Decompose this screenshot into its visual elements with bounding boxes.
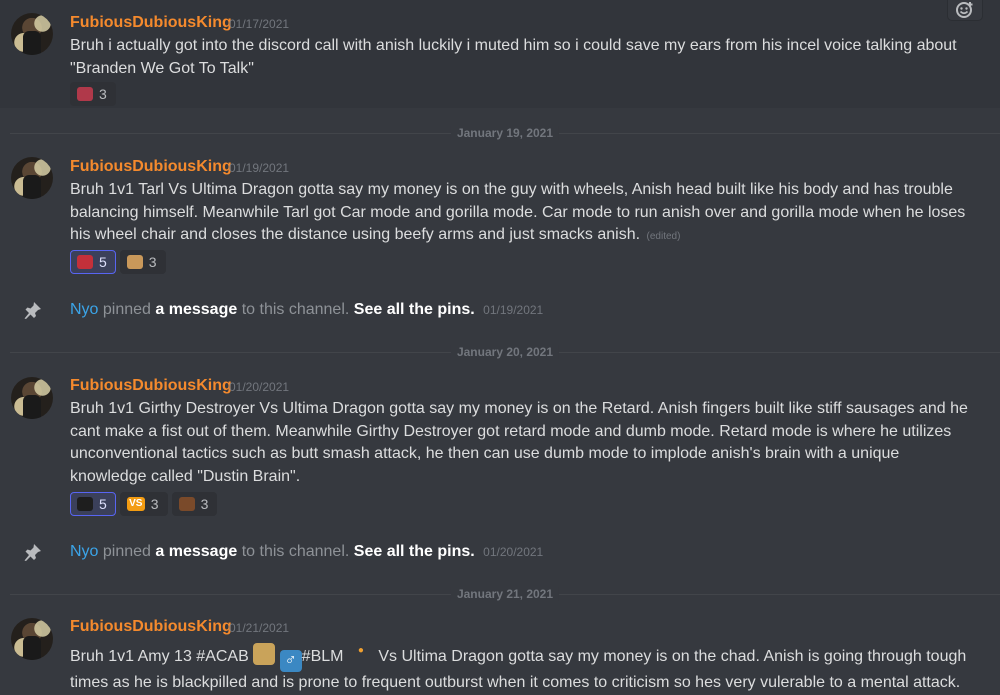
message-content: Bruh i actually got into the discord cal… xyxy=(70,35,980,80)
message-line: cant make a fist out of them. Meanwhile … xyxy=(70,422,952,440)
date-divider: January 19, 2021 xyxy=(10,126,1000,140)
date-divider: January 21, 2021 xyxy=(10,587,1000,601)
emoji-flag-icon xyxy=(77,255,93,269)
message-content: Bruh 1v1 Amy 13 #ACAB ♂ #BLM ● Vs Ultima … xyxy=(70,640,980,695)
sparkle-icon: ● xyxy=(357,645,364,656)
avatar[interactable] xyxy=(11,618,53,660)
message-line: Bruh 1v1 Girthy Destroyer Vs Ultima Drag… xyxy=(70,400,968,417)
pin-user[interactable]: Nyo xyxy=(70,301,98,318)
reaction[interactable]: 3 xyxy=(171,492,218,516)
edited-tag: (edited) xyxy=(646,231,681,242)
pin-notice: Nyo pinned a message to this channel. Se… xyxy=(0,301,1000,325)
emoji-vs-icon: VS xyxy=(126,497,145,511)
reactions: 3 xyxy=(70,82,116,106)
message-author[interactable]: FubiousDubiousKing xyxy=(70,618,232,636)
message-1[interactable]: FubiousDubiousKing 01/17/2021 Bruh i act… xyxy=(0,0,1000,108)
pin-channel-text: to this channel. xyxy=(241,301,350,318)
reactions: 5 3 xyxy=(70,250,166,274)
pin-user[interactable]: Nyo xyxy=(70,543,98,560)
message-line: "Branden We Got To Talk" xyxy=(70,59,254,77)
reaction-count: 3 xyxy=(200,496,209,512)
emoji-hand-icon xyxy=(126,255,143,269)
reaction[interactable]: 3 xyxy=(70,82,116,106)
pin-icon xyxy=(24,544,41,561)
reaction[interactable]: 3 xyxy=(119,250,166,274)
message-timestamp: 01/19/2021 xyxy=(229,161,290,175)
message-line: Bruh 1v1 Amy 13 #ACAB ♂ #BLM ● Vs Ultima … xyxy=(70,640,980,672)
date-divider-label: January 19, 2021 xyxy=(450,126,560,140)
avatar[interactable] xyxy=(11,157,53,199)
reaction[interactable]: 5 xyxy=(70,492,116,516)
message-line: his wheel chair and closes the distance … xyxy=(70,224,980,249)
see-all-pins-link[interactable]: See all the pins. xyxy=(354,301,475,318)
message-line: balancing himself. Meanwhile Tarl got Ca… xyxy=(70,203,966,221)
police-officer-icon xyxy=(253,643,276,665)
pin-text: Nyo pinned a message to this channel. Se… xyxy=(70,301,543,319)
reaction-count: 3 xyxy=(148,254,157,270)
message-toolbar xyxy=(948,0,982,20)
see-all-pins-link[interactable]: See all the pins. xyxy=(354,543,475,560)
message-3[interactable]: FubiousDubiousKing 01/20/2021 Bruh 1v1 G… xyxy=(0,370,1000,520)
message-2[interactable]: FubiousDubiousKing 01/19/2021 Bruh 1v1 T… xyxy=(0,150,1000,278)
message-line: unconventional tactics such as butt smas… xyxy=(70,445,900,462)
reaction-count: 5 xyxy=(99,254,107,270)
message-line-text: his wheel chair and closes the distance … xyxy=(70,226,641,243)
pin-verb: pinned xyxy=(102,543,151,560)
message-timestamp: 01/20/2021 xyxy=(229,380,290,394)
reaction[interactable]: 5 xyxy=(70,250,116,274)
reaction-count: 3 xyxy=(99,86,107,102)
date-divider-label: January 20, 2021 xyxy=(450,345,560,359)
reaction-count: 5 xyxy=(99,496,107,512)
pin-timestamp: 01/19/2021 xyxy=(483,303,544,317)
add-reaction-icon[interactable] xyxy=(955,0,975,20)
message-text: Vs Ultima Dragon gotta say my money is o… xyxy=(378,648,967,665)
message-4[interactable]: FubiousDubiousKing 01/21/2021 Bruh 1v1 A… xyxy=(0,611,1000,691)
message-content: Bruh 1v1 Girthy Destroyer Vs Ultima Drag… xyxy=(70,398,980,488)
message-line: times as he is blackpilled and is prone … xyxy=(70,674,961,691)
pin-icon xyxy=(24,302,41,319)
pin-notice: Nyo pinned a message to this channel. Se… xyxy=(0,543,1000,567)
message-author[interactable]: FubiousDubiousKing xyxy=(70,377,232,395)
pin-verb: pinned xyxy=(102,301,151,318)
reactions: 5 VS 3 3 xyxy=(70,492,218,516)
pinned-message-link[interactable]: a message xyxy=(155,301,237,318)
date-divider: January 20, 2021 xyxy=(10,345,1000,359)
emoji-dark-icon xyxy=(77,497,93,511)
message-text: #BLM xyxy=(301,648,344,665)
pin-timestamp: 01/20/2021 xyxy=(483,545,544,559)
reaction-count: 3 xyxy=(150,496,159,512)
message-timestamp: 01/21/2021 xyxy=(229,621,290,635)
message-author[interactable]: FubiousDubiousKing xyxy=(70,158,232,176)
pinned-message-link[interactable]: a message xyxy=(155,543,237,560)
emoji-face-icon xyxy=(77,87,93,101)
reaction[interactable]: VS 3 xyxy=(119,492,168,516)
message-text: Bruh 1v1 Amy 13 #ACAB xyxy=(70,648,249,665)
message-content: Bruh 1v1 Tarl Vs Ultima Dragon gotta say… xyxy=(70,179,980,249)
avatar[interactable] xyxy=(11,13,53,55)
pin-channel-text: to this channel. xyxy=(241,543,350,560)
pin-text: Nyo pinned a message to this channel. Se… xyxy=(70,543,543,561)
date-divider-label: January 21, 2021 xyxy=(450,587,560,601)
male-sign-icon: ♂ xyxy=(279,650,302,672)
avatar[interactable] xyxy=(11,377,53,419)
message-timestamp: 01/17/2021 xyxy=(229,17,290,31)
message-line: Bruh i actually got into the discord cal… xyxy=(70,37,957,54)
message-line: Bruh 1v1 Tarl Vs Ultima Dragon gotta say… xyxy=(70,181,953,198)
message-author[interactable]: FubiousDubiousKing xyxy=(70,14,232,32)
emoji-person-icon xyxy=(178,497,195,511)
message-line: knowledge called "Dustin Brain". xyxy=(70,467,301,485)
